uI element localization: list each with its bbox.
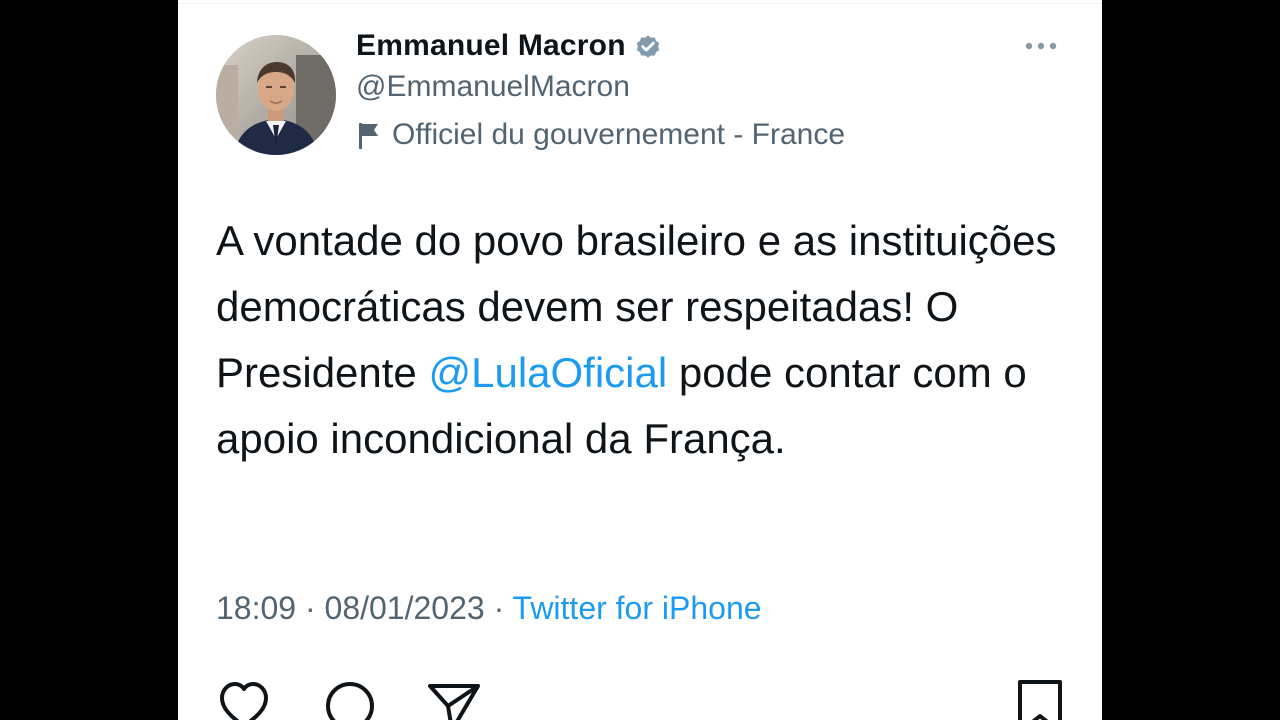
tweet-time[interactable]: 18:09 [216, 590, 296, 626]
tweet-card: Emmanuel Macron @EmmanuelMacron Officiel… [178, 0, 1102, 720]
author-name-row: Emmanuel Macron [356, 26, 662, 66]
verified-badge-icon [634, 32, 662, 60]
avatar-photo [216, 35, 336, 155]
author-avatar[interactable] [216, 35, 336, 155]
card-top-divider [178, 3, 1102, 4]
flag-icon [356, 120, 382, 150]
screen: Emmanuel Macron @EmmanuelMacron Officiel… [0, 0, 1280, 720]
more-options-icon[interactable] [1022, 36, 1062, 56]
tweet-date[interactable]: 08/01/2023 [325, 590, 485, 626]
tweet-meta: 18:09 · 08/01/2023 · Twitter for iPhone [216, 590, 762, 627]
meta-separator: · [296, 590, 325, 626]
heart-icon[interactable] [216, 678, 272, 720]
affiliation-label-text: Officiel du gouvernement - France [392, 118, 846, 151]
tweet-text: A vontade do povo brasileiro e as instit… [216, 208, 1076, 472]
reply-bubble-icon[interactable] [322, 678, 378, 720]
bookmark-icon[interactable] [1012, 678, 1068, 720]
meta-separator-2: · [484, 590, 513, 626]
share-send-icon[interactable] [426, 678, 482, 720]
author-display-name[interactable]: Emmanuel Macron [356, 29, 626, 63]
tweet-actions [178, 678, 1102, 720]
affiliation-label: Officiel du gouvernement - France [356, 118, 845, 152]
tweet-source[interactable]: Twitter for iPhone [513, 590, 762, 626]
mention-link[interactable]: @LulaOficial [428, 349, 667, 396]
author-handle[interactable]: @EmmanuelMacron [356, 70, 630, 104]
